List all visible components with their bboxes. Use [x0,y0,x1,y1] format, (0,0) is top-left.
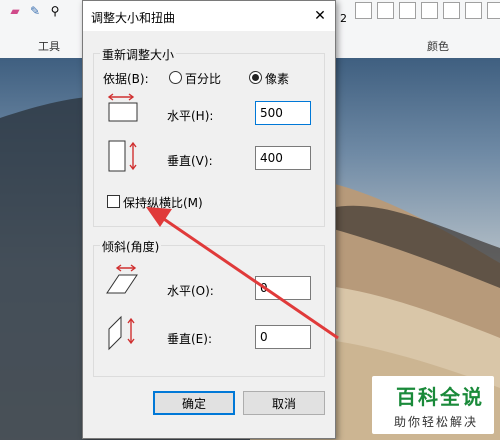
resize-vertical-label: 垂直(V): [167,154,213,168]
color-swatches [355,2,500,19]
percent-radio[interactable] [169,71,182,84]
skew-vertical-input[interactable]: 0 [255,325,311,349]
eraser-icon[interactable]: ▰ [8,4,22,18]
close-icon: ✕ [314,8,326,24]
color-swatch[interactable] [355,2,372,19]
close-button[interactable]: ✕ [309,5,331,27]
dialog-titlebar[interactable]: 调整大小和扭曲 ✕ [83,1,335,31]
keep-ratio-label[interactable]: 保持纵横比(M) [123,194,203,211]
skew-horizontal-label: 水平(O): [167,284,214,298]
percent-label[interactable]: 百分比 [185,70,221,87]
resize-skew-dialog: 调整大小和扭曲 ✕ 重新调整大小 依据(B): 百分比 像素 水平(H): 50… [82,0,336,439]
horizontal-skew-icon [106,264,138,294]
color-swatch[interactable] [377,2,394,19]
resize-horizontal-label: 水平(H): [167,109,214,123]
tool-icons: ▰ ✎ ⚲ [8,4,62,18]
magnifier-icon[interactable]: ⚲ [48,4,62,18]
color-picker-icon[interactable]: ✎ [28,4,42,18]
pixels-label[interactable]: 像素 [265,70,289,87]
resize-horizontal-input[interactable]: 500 [255,101,311,125]
vertical-skew-icon [108,315,135,351]
skew-group-title: 倾斜(角度) [100,238,162,255]
pixels-radio[interactable] [249,71,262,84]
ok-button[interactable]: 确定 [153,391,235,415]
color-swatch[interactable] [443,2,460,19]
resize-vertical-input[interactable]: 400 [255,146,311,170]
keep-ratio-checkbox[interactable] [107,195,120,208]
resize-group-title: 重新调整大小 [100,46,177,63]
vertical-resize-icon [108,140,137,172]
by-label: 依据(B): [103,72,149,86]
color-swatch[interactable] [487,2,500,19]
dialog-title: 调整大小和扭曲 [91,11,176,25]
watermark-title: 百科全说 [396,385,484,409]
size-value: 2 [340,12,347,25]
watermark-subtitle: 助你轻松解决 [393,415,478,429]
cancel-button[interactable]: 取消 [243,391,325,415]
skew-horizontal-input[interactable]: 0 [255,276,311,300]
color-swatch[interactable] [465,2,482,19]
color-swatch[interactable] [421,2,438,19]
horizontal-resize-icon [107,93,138,122]
color-swatch[interactable] [399,2,416,19]
colors-label: 颜色 [427,40,449,53]
skew-vertical-label: 垂直(E): [167,332,212,346]
tools-label: 工具 [38,40,60,53]
